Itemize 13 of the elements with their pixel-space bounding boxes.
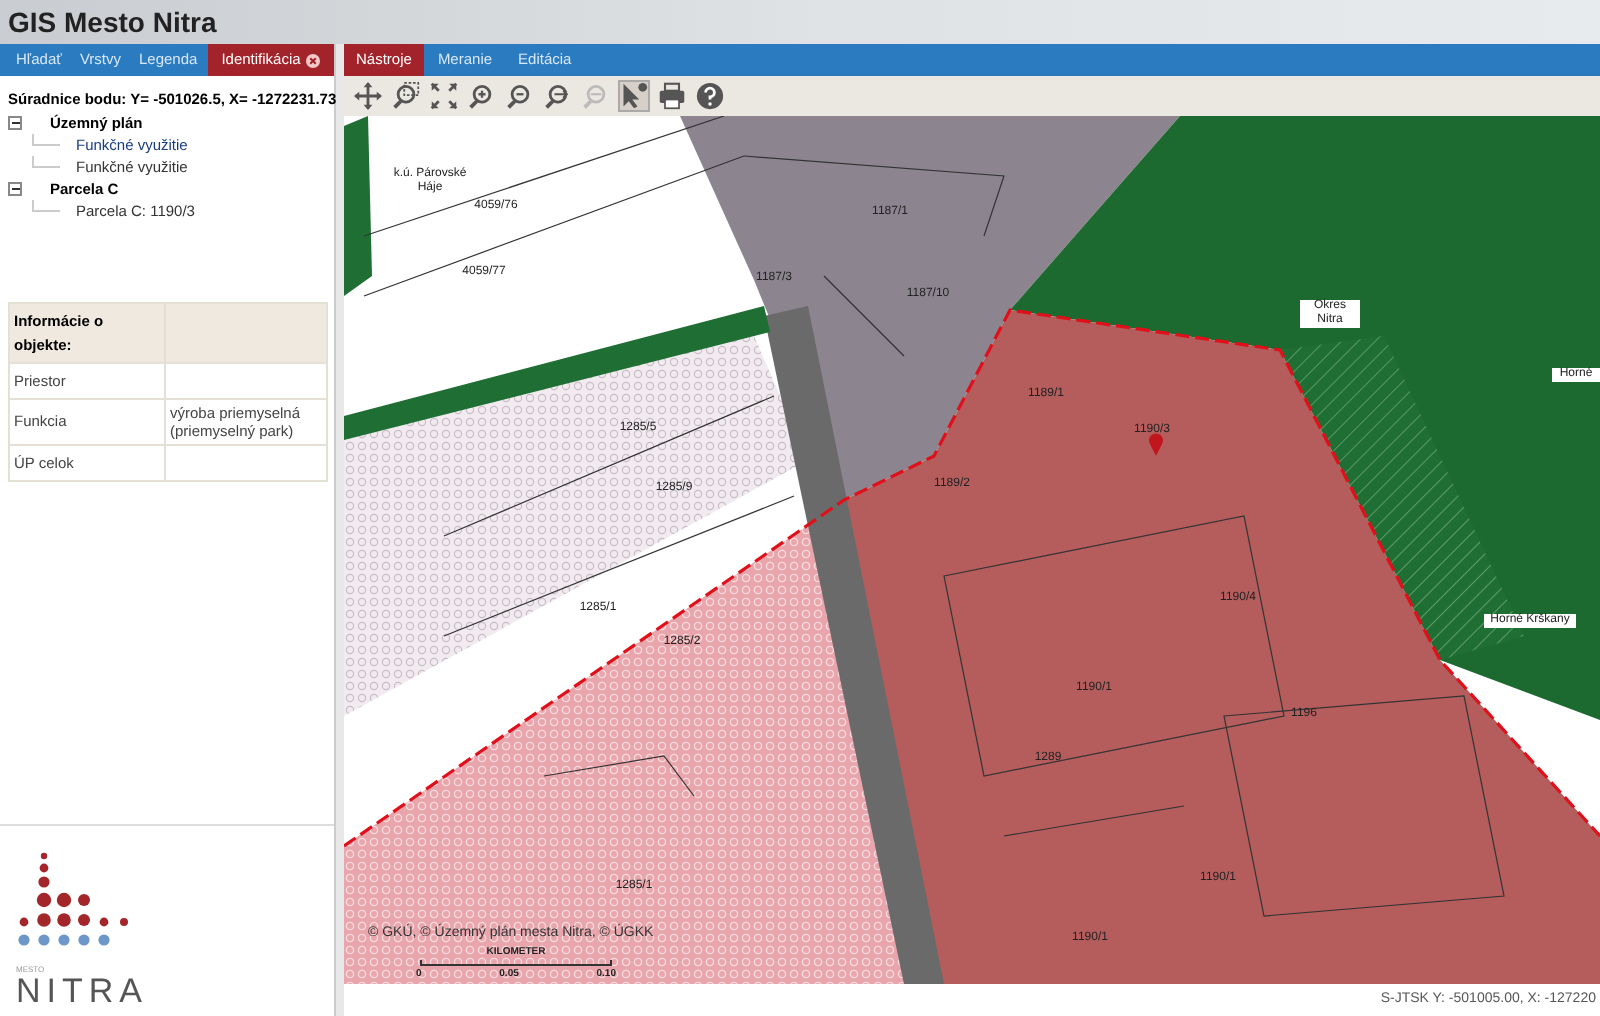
close-icon[interactable]	[306, 53, 321, 67]
window-title: GIS Mesto Nitra	[8, 3, 217, 41]
zoom-previous-icon[interactable]	[542, 80, 574, 112]
collapse-toggle[interactable]	[8, 116, 22, 131]
pan-icon[interactable]	[352, 80, 384, 112]
full-extent-icon[interactable]	[428, 80, 460, 112]
pointer-info-icon[interactable]	[618, 80, 650, 112]
help-icon[interactable]	[694, 80, 726, 112]
print-icon[interactable]	[656, 80, 688, 112]
map-marker-icon	[1148, 432, 1164, 456]
zoom-box-icon[interactable]	[390, 80, 422, 112]
logo-text: NITRA	[16, 974, 150, 1008]
collapse-toggle[interactable]	[8, 182, 22, 197]
